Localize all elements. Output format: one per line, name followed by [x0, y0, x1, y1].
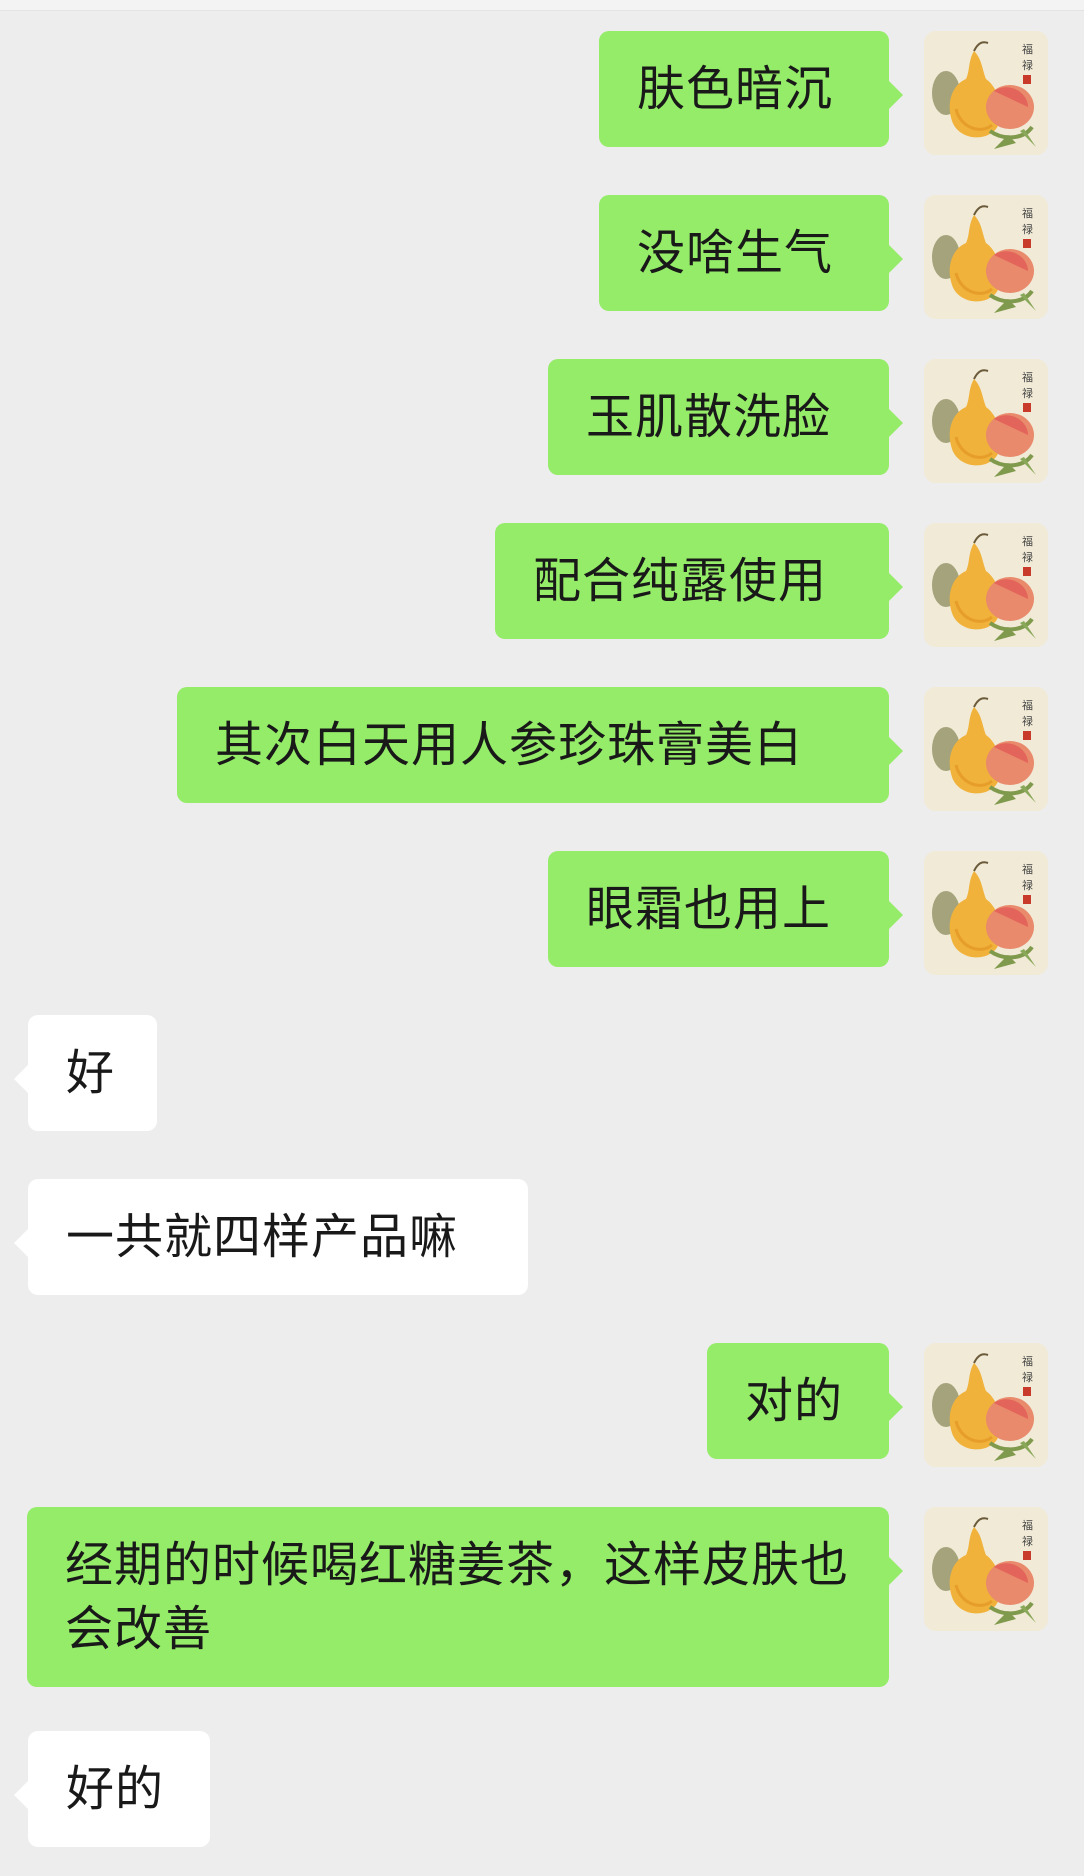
- peach-pear-painting-icon: 福禄: [924, 1343, 1048, 1467]
- avatar[interactable]: 福禄: [924, 359, 1048, 483]
- svg-text:禄: 禄: [1022, 550, 1033, 564]
- svg-text:福: 福: [1022, 1354, 1033, 1368]
- avatar[interactable]: 福禄: [924, 687, 1048, 811]
- svg-text:禄: 禄: [1022, 1534, 1033, 1548]
- svg-text:福: 福: [1022, 1518, 1033, 1532]
- svg-text:福: 福: [1022, 862, 1033, 876]
- peach-pear-painting-icon: 福禄: [924, 687, 1048, 811]
- svg-text:福: 福: [1022, 42, 1033, 56]
- svg-text:福: 福: [1022, 206, 1033, 220]
- peach-pear-painting-icon: 福禄: [924, 1507, 1048, 1631]
- message-bubble-outgoing[interactable]: 经期的时候喝红糖姜茶，这样皮肤也会改善: [27, 1507, 903, 1687]
- svg-text:禄: 禄: [1022, 878, 1033, 892]
- svg-text:禄: 禄: [1022, 1370, 1033, 1384]
- message-bubble-incoming[interactable]: 一共就四样产品嘛: [14, 1179, 528, 1295]
- message-bubble-outgoing[interactable]: 对的: [707, 1343, 903, 1459]
- svg-text:禄: 禄: [1022, 386, 1033, 400]
- peach-pear-painting-icon: 福禄: [924, 359, 1048, 483]
- avatar[interactable]: 福禄: [924, 1343, 1048, 1467]
- avatar[interactable]: 福禄: [924, 851, 1048, 975]
- message-bubble-outgoing[interactable]: 眼霜也用上: [548, 851, 903, 967]
- peach-pear-painting-icon: 福禄: [924, 195, 1048, 319]
- message-list[interactable]: 肤色暗沉 福禄 没啥生气 福禄 玉肌散洗脸 福禄 配合纯露使用 福禄 其次白天用…: [0, 0, 1084, 1876]
- peach-pear-painting-icon: 福禄: [924, 851, 1048, 975]
- peach-pear-painting-icon: 福禄: [924, 523, 1048, 647]
- message-bubble-outgoing[interactable]: 其次白天用人参珍珠膏美白: [177, 687, 903, 803]
- avatar[interactable]: 福禄: [924, 523, 1048, 647]
- message-bubble-outgoing[interactable]: 玉肌散洗脸: [548, 359, 903, 475]
- message-bubble-outgoing[interactable]: 配合纯露使用: [495, 523, 903, 639]
- svg-text:禄: 禄: [1022, 58, 1033, 72]
- message-bubble-incoming[interactable]: 好的: [14, 1731, 210, 1847]
- svg-text:禄: 禄: [1022, 714, 1033, 728]
- avatar[interactable]: 福禄: [924, 31, 1048, 155]
- message-bubble-outgoing[interactable]: 肤色暗沉: [599, 31, 903, 147]
- peach-pear-painting-icon: 福禄: [924, 31, 1048, 155]
- svg-text:福: 福: [1022, 534, 1033, 548]
- message-bubble-incoming[interactable]: 好: [14, 1015, 157, 1131]
- svg-text:福: 福: [1022, 370, 1033, 384]
- svg-text:福: 福: [1022, 698, 1033, 712]
- message-bubble-outgoing[interactable]: 没啥生气: [599, 195, 903, 311]
- avatar[interactable]: 福禄: [924, 195, 1048, 319]
- avatar[interactable]: 福禄: [924, 1507, 1048, 1631]
- svg-text:禄: 禄: [1022, 222, 1033, 236]
